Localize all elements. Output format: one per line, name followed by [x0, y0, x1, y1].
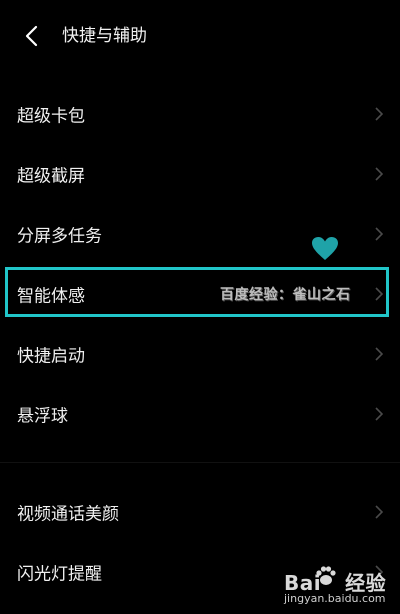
- settings-item-label: 悬浮球: [17, 406, 68, 427]
- chevron-right-icon: [375, 407, 384, 421]
- settings-item-label: 分屏多任务: [17, 226, 102, 247]
- settings-item-super-card[interactable]: 超级卡包: [0, 84, 400, 144]
- settings-item-label: 闪光灯提醒: [17, 564, 102, 585]
- paw-icon: [316, 566, 336, 585]
- settings-item-label: 超级截屏: [17, 166, 85, 187]
- top-bar: 快捷与辅助: [0, 0, 400, 72]
- watermark-text: 百度经验：雀山之石: [220, 287, 351, 303]
- settings-item-split-screen[interactable]: 分屏多任务: [0, 204, 400, 264]
- settings-item-label: 快捷启动: [17, 346, 85, 367]
- chevron-right-icon: [375, 347, 384, 361]
- settings-item-super-screenshot[interactable]: 超级截屏: [0, 144, 400, 204]
- chevron-right-icon: [375, 107, 384, 121]
- baidu-jingyan-logo: Bai 经验 jingyan.baidu.com: [282, 561, 397, 611]
- chevron-right-icon: [375, 505, 384, 519]
- logo-site-url: jingyan.baidu.com: [284, 592, 386, 605]
- chevron-right-icon: [375, 227, 384, 241]
- settings-item-label: 视频通话美颜: [17, 504, 119, 525]
- settings-item-video-call-beauty[interactable]: 视频通话美颜: [0, 482, 400, 542]
- settings-item-floating-ball[interactable]: 悬浮球: [0, 384, 400, 444]
- page-title: 快捷与辅助: [62, 26, 147, 46]
- settings-item-label: 超级卡包: [17, 106, 85, 127]
- section-divider: [0, 462, 400, 463]
- heart-icon: [312, 237, 338, 260]
- chevron-right-icon: [375, 167, 384, 181]
- settings-item-quick-launch[interactable]: 快捷启动: [0, 324, 400, 384]
- back-arrow-icon[interactable]: [22, 24, 42, 48]
